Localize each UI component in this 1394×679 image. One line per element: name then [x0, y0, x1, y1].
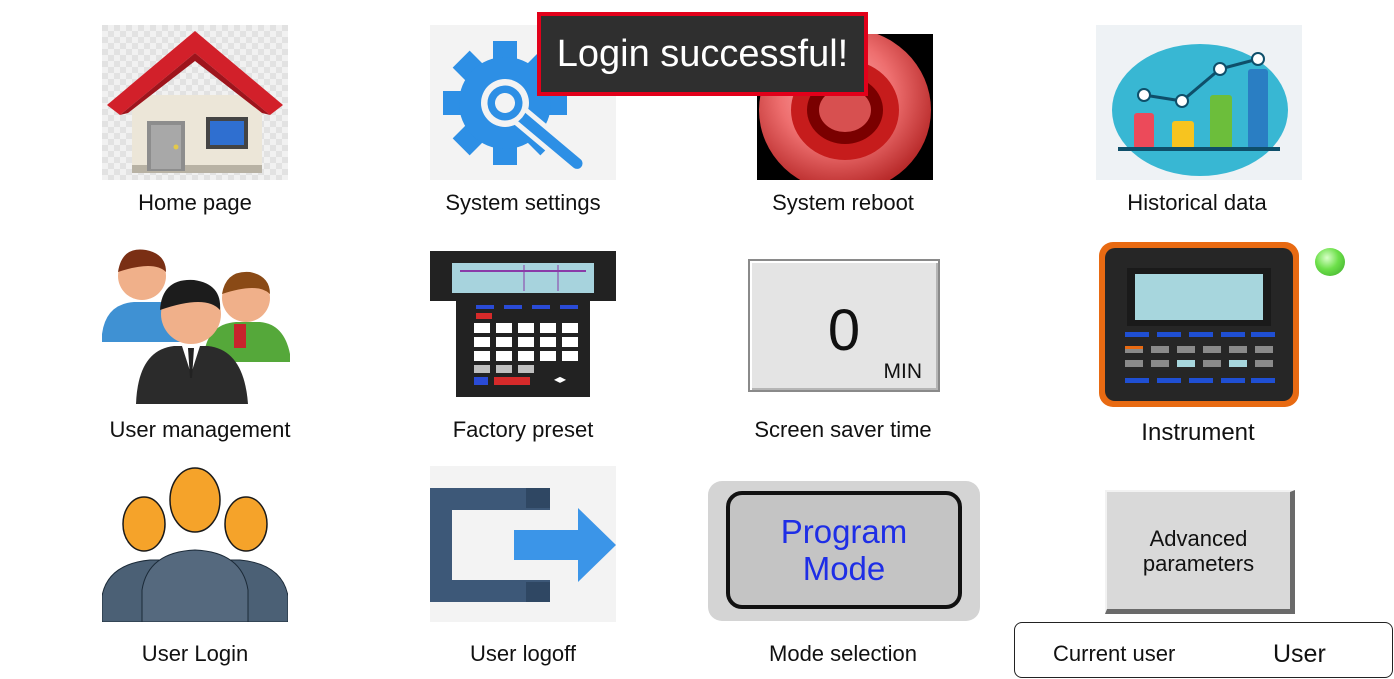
- status-led: [1315, 248, 1345, 276]
- factory-preset-label: Factory preset: [452, 417, 594, 442]
- logout-arrow-icon[interactable]: [430, 466, 616, 622]
- current-user-label: Current user: [1053, 641, 1176, 666]
- user-management-label: User management: [109, 417, 291, 442]
- users-group-icon[interactable]: [100, 242, 292, 404]
- mode-selection-label: Mode selection: [769, 641, 917, 666]
- house-icon[interactable]: [102, 25, 288, 180]
- svg-text:◂▸: ◂▸: [554, 372, 566, 386]
- user-logoff-label: User logoff: [470, 641, 576, 666]
- login-success-toast: Login successful!: [537, 12, 868, 96]
- advanced-parameters-button[interactable]: Advanced parameters: [1105, 490, 1295, 614]
- user-group-login-icon[interactable]: [102, 466, 288, 622]
- program-mode-display: Program Mode: [726, 491, 962, 609]
- advanced-line-2: parameters: [1142, 550, 1255, 576]
- user-login-label: User Login: [141, 641, 249, 666]
- screen-saver-value: 0: [827, 298, 861, 363]
- keypad-device-icon[interactable]: ◂▸: [430, 251, 616, 397]
- system-reboot-label: System reboot: [772, 190, 914, 215]
- advanced-line-1: Advanced: [1149, 525, 1248, 551]
- mode-selection-button[interactable]: Program Mode: [708, 481, 980, 621]
- system-settings-label: System settings: [445, 190, 601, 215]
- screen-saver-label: Screen saver time: [754, 417, 932, 442]
- historical-data-label: Historical data: [1127, 190, 1267, 215]
- bar-chart-icon[interactable]: [1096, 25, 1302, 180]
- orange-instrument-icon[interactable]: [1099, 242, 1299, 407]
- mode-line-1: Program: [780, 513, 908, 550]
- current-user-value: User: [1273, 640, 1326, 668]
- mode-line-2: Mode: [802, 550, 886, 587]
- home-page-label: Home page: [138, 190, 252, 215]
- screen-saver-unit: MIN: [883, 360, 923, 383]
- current-user-panel: Current user User: [1014, 622, 1393, 678]
- instrument-label: Instrument: [1141, 419, 1255, 446]
- screen-saver-time-field[interactable]: 0 MIN: [748, 259, 940, 392]
- toast-message: Login successful!: [556, 32, 849, 75]
